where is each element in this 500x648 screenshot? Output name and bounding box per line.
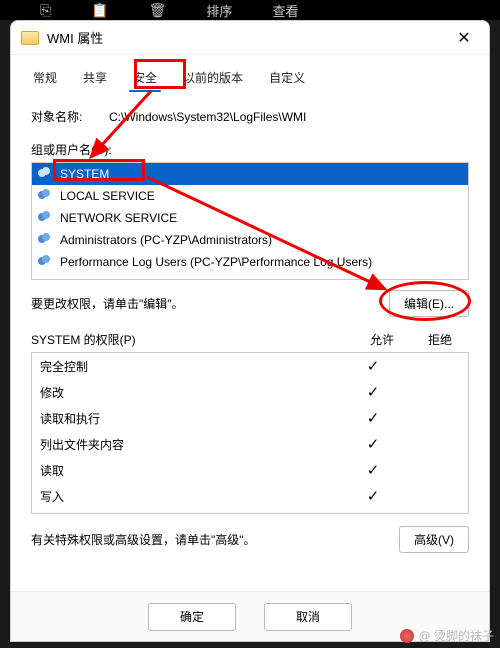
check-icon: ✓ bbox=[344, 409, 402, 427]
list-item-label: NETWORK SERVICE bbox=[60, 211, 177, 225]
perm-row-list-folder[interactable]: 列出文件夹内容 ✓ bbox=[32, 431, 468, 457]
list-item-label: SYSTEM bbox=[60, 167, 109, 181]
list-item-administrators[interactable]: Administrators (PC-YZP\Administrators) bbox=[32, 229, 468, 251]
list-item-system[interactable]: SYSTEM bbox=[32, 163, 468, 185]
check-icon: ✓ bbox=[344, 487, 402, 505]
object-path: C:\Windows\System32\LogFiles\WMI bbox=[109, 110, 306, 124]
dialog-title: WMI 属性 bbox=[47, 28, 103, 47]
tab-strip: 常规 共享 安全 以前的版本 自定义 bbox=[11, 55, 489, 96]
object-name-label: 对象名称: bbox=[31, 108, 99, 125]
advanced-button[interactable]: 高级(V) bbox=[399, 526, 469, 553]
tab-general[interactable]: 常规 bbox=[29, 63, 61, 96]
list-item-label: Administrators (PC-YZP\Administrators) bbox=[60, 233, 272, 247]
ok-button[interactable]: 确定 bbox=[148, 603, 236, 631]
group-user-list[interactable]: SYSTEM LOCAL SERVICE NETWORK SERVICE Adm… bbox=[31, 162, 469, 280]
groups-label: 组或用户名(G): bbox=[31, 141, 469, 158]
content-area: 对象名称: C:\Windows\System32\LogFiles\WMI 组… bbox=[11, 96, 489, 591]
delete-icon[interactable]: 🗑 bbox=[149, 2, 167, 19]
edit-hint-text: 要更改权限，请单击"编辑"。 bbox=[31, 295, 389, 312]
edit-button[interactable]: 编辑(E)... bbox=[389, 290, 469, 317]
advanced-hint-text: 有关特殊权限或高级设置，请单击"高级"。 bbox=[31, 531, 399, 548]
watermark-text: @ 烫脚的袜子 bbox=[418, 627, 494, 644]
users-icon bbox=[38, 255, 54, 269]
permissions-list[interactable]: 完全控制 ✓ 修改 ✓ 读取和执行 ✓ 列出文件夹内容 ✓ 读取 ✓ bbox=[31, 352, 469, 514]
users-icon bbox=[38, 233, 54, 247]
check-icon: ✓ bbox=[344, 357, 402, 375]
copy-icon[interactable]: ⎘ bbox=[40, 2, 51, 19]
tab-security[interactable]: 安全 bbox=[129, 63, 161, 96]
check-icon: ✓ bbox=[344, 383, 402, 401]
watermark: @ 烫脚的袜子 bbox=[400, 627, 494, 644]
list-item-network-service[interactable]: NETWORK SERVICE bbox=[32, 207, 468, 229]
folder-icon bbox=[21, 31, 39, 45]
perm-row-modify[interactable]: 修改 ✓ bbox=[32, 379, 468, 405]
tab-share[interactable]: 共享 bbox=[79, 63, 111, 96]
titlebar: WMI 属性 ✕ bbox=[11, 21, 489, 55]
perm-row-write[interactable]: 写入 ✓ bbox=[32, 483, 468, 509]
sort-menu[interactable]: 排序 bbox=[206, 1, 232, 20]
view-menu[interactable]: 查看 bbox=[272, 1, 298, 20]
users-icon bbox=[38, 211, 54, 225]
cancel-button[interactable]: 取消 bbox=[264, 603, 352, 631]
app-topbar: ⎘ 📋 🗑 排序 查看 bbox=[0, 0, 500, 20]
tab-previous-versions[interactable]: 以前的版本 bbox=[179, 63, 247, 96]
permissions-header: SYSTEM 的权限(P) bbox=[31, 331, 353, 348]
watermark-logo-icon bbox=[400, 629, 414, 643]
properties-dialog: WMI 属性 ✕ 常规 共享 安全 以前的版本 自定义 对象名称: C:\Win… bbox=[10, 20, 490, 642]
perm-row-read[interactable]: 读取 ✓ bbox=[32, 457, 468, 483]
close-button[interactable]: ✕ bbox=[449, 28, 479, 48]
users-icon bbox=[38, 189, 54, 203]
perm-row-read-execute[interactable]: 读取和执行 ✓ bbox=[32, 405, 468, 431]
check-icon: ✓ bbox=[344, 461, 402, 479]
paste-icon[interactable]: 📋 bbox=[91, 2, 108, 19]
check-icon: ✓ bbox=[344, 435, 402, 453]
list-item-label: Performance Log Users (PC-YZP\Performanc… bbox=[60, 255, 372, 269]
list-item-performance-log-users[interactable]: Performance Log Users (PC-YZP\Performanc… bbox=[32, 251, 468, 273]
tab-custom[interactable]: 自定义 bbox=[265, 63, 309, 96]
allow-column-header: 允许 bbox=[353, 331, 411, 348]
list-item-label: LOCAL SERVICE bbox=[60, 189, 155, 203]
list-item-local-service[interactable]: LOCAL SERVICE bbox=[32, 185, 468, 207]
deny-column-header: 拒绝 bbox=[411, 331, 469, 348]
perm-row-full-control[interactable]: 完全控制 ✓ bbox=[32, 353, 468, 379]
users-icon bbox=[38, 167, 54, 181]
